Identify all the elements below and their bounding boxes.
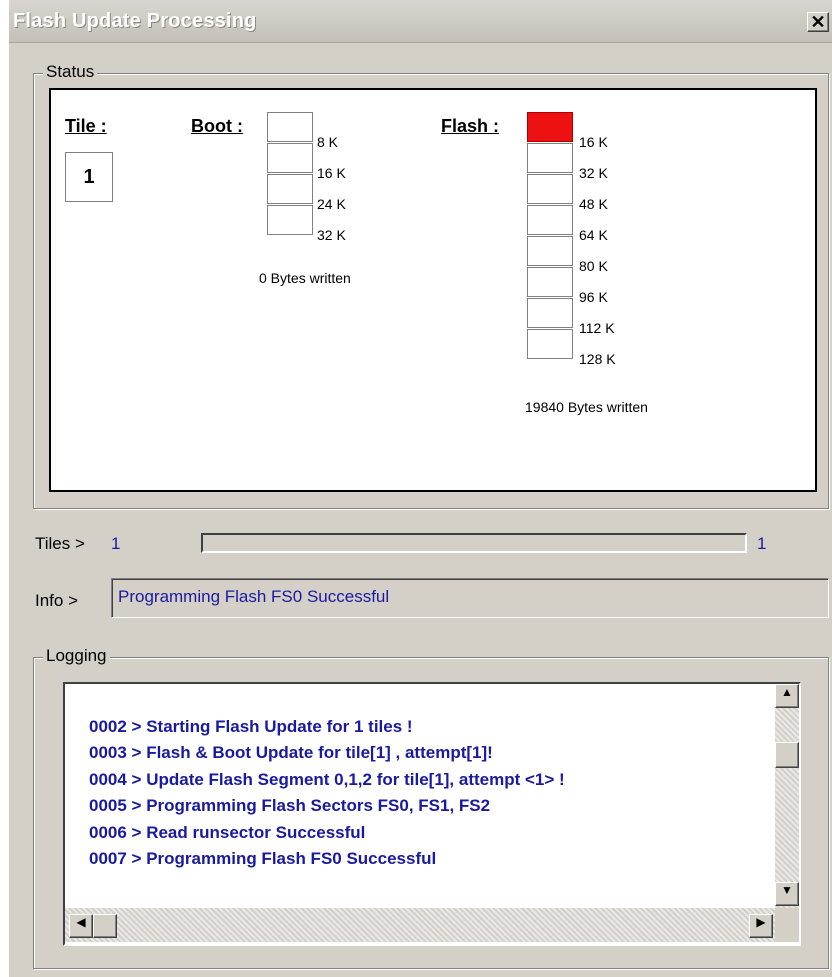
flash-segment-cell: [527, 236, 573, 266]
up-arrow-icon: ▲: [781, 685, 793, 699]
flash-segment-cell: [527, 267, 573, 297]
boot-bytes-written: 0 Bytes written: [259, 270, 351, 286]
right-arrow-icon: ▶: [756, 915, 766, 929]
left-arrow-icon: ◀: [76, 915, 86, 929]
tiles-progress-fill: [203, 535, 745, 551]
log-line: 0007 > Programming Flash FS0 Successful: [89, 849, 437, 869]
flash-size-mark: 32 K: [579, 165, 608, 181]
resize-grip-icon[interactable]: [775, 908, 799, 942]
scroll-left-button[interactable]: ◀: [69, 914, 93, 938]
info-label: Info >: [35, 591, 79, 610]
flash-size-mark: 80 K: [579, 258, 608, 274]
log-line: 0005 > Programming Flash Sectors FS0, FS…: [89, 796, 491, 816]
log-panel[interactable]: 0002 > Starting Flash Update for 1 tiles…: [63, 682, 801, 946]
boot-segment-cell: [267, 174, 313, 204]
tile-title: Tile :: [65, 116, 107, 136]
flash-size-mark: 96 K: [579, 289, 608, 305]
scroll-right-button[interactable]: ▶: [749, 914, 773, 938]
scroll-up-button[interactable]: ▲: [775, 684, 799, 708]
title-bar: Flash Update Processing ✕: [9, 0, 832, 43]
flash-size-mark: 48 K: [579, 196, 608, 212]
info-field: Programming Flash FS0 Successful: [111, 578, 829, 618]
flash-size-mark: 16 K: [579, 134, 608, 150]
tile-number-box: 1: [65, 152, 113, 202]
scroll-down-button[interactable]: ▼: [775, 882, 799, 906]
flash-segment-cell: [527, 174, 573, 204]
boot-size-mark: 24 K: [317, 196, 346, 212]
flash-update-dialog: Flash Update Processing ✕ Status Tile : …: [8, 0, 832, 977]
boot-size-mark: 16 K: [317, 165, 346, 181]
flash-segment-cell: [527, 205, 573, 235]
log-line: 0003 > Flash & Boot Update for tile[1] ,…: [89, 743, 493, 763]
boot-segment-cell: [267, 112, 313, 142]
flash-bytes-written: 19840 Bytes written: [525, 399, 648, 415]
flash-segment-cell: [527, 298, 573, 328]
log-lines: 0002 > Starting Flash Update for 1 tiles…: [89, 714, 769, 872]
vertical-scroll-thumb[interactable]: [775, 742, 799, 768]
flash-size-mark: 64 K: [579, 227, 608, 243]
status-group-label: Status: [43, 62, 98, 82]
flash-segment-cell: [527, 329, 573, 359]
flash-segment-cell: [527, 143, 573, 173]
log-line: 0004 > Update Flash Segment 0,1,2 for ti…: [89, 769, 565, 789]
horizontal-scroll-thumb[interactable]: [93, 914, 117, 938]
close-button[interactable]: ✕: [807, 12, 829, 32]
boot-title: Boot :: [191, 116, 243, 136]
log-line: 0006 > Read runsector Successful: [89, 822, 366, 842]
boot-segment-cell: [267, 205, 313, 235]
tiles-total: 1: [757, 534, 767, 553]
log-line: 0002 > Starting Flash Update for 1 tiles…: [89, 717, 413, 736]
logging-group-label: Logging: [43, 646, 110, 666]
flash-size-mark: 112 K: [579, 320, 615, 336]
window-title: Flash Update Processing: [13, 10, 257, 32]
flash-size-mark: 128 K: [579, 351, 616, 367]
boot-size-mark: 8 K: [317, 134, 339, 150]
tiles-current: 1: [111, 534, 121, 553]
vertical-scrollbar[interactable]: ▲ ▼: [775, 684, 799, 908]
down-arrow-icon: ▼: [781, 883, 793, 897]
close-icon: ✕: [810, 12, 826, 32]
flash-segment-cell: [527, 112, 573, 142]
boot-segment-cell: [267, 143, 313, 173]
horizontal-scrollbar[interactable]: ◀ ▶: [65, 908, 775, 942]
status-panel: Tile : Boot : Flash : 8 K 16 K 24 K 32 K 16…: [49, 88, 817, 492]
tiles-label: Tiles >: [35, 534, 85, 553]
flash-title: Flash :: [441, 116, 500, 136]
boot-size-mark: 32 K: [317, 227, 346, 243]
tiles-progress-bar: [201, 533, 747, 553]
